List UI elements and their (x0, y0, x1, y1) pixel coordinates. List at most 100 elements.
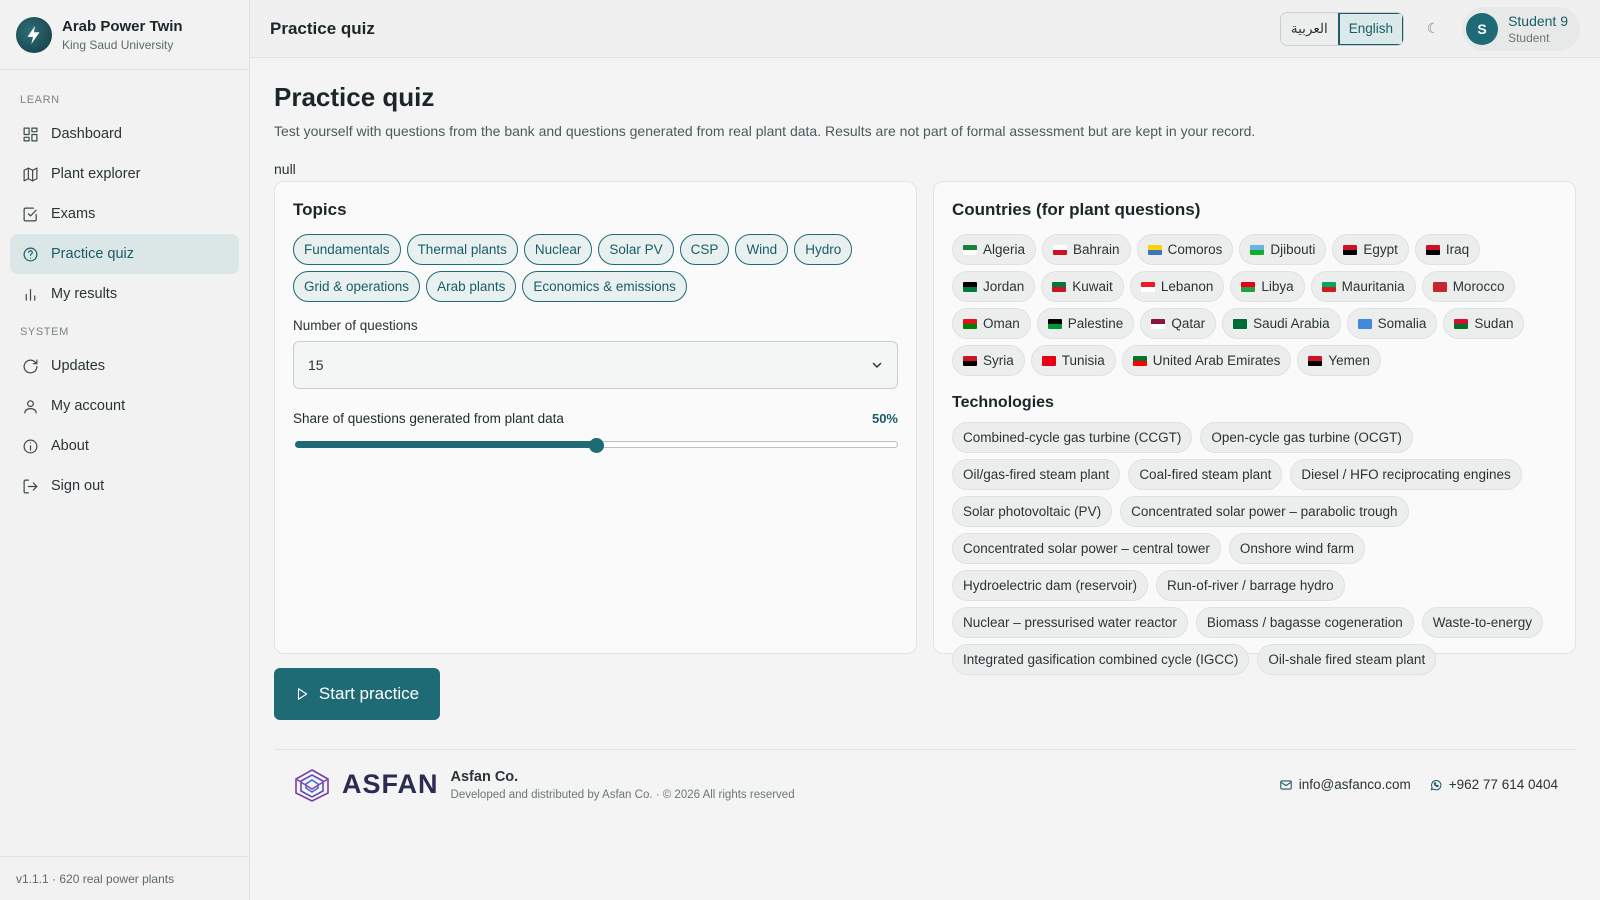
country-chip-comoros[interactable]: Comoros (1136, 234, 1234, 265)
tech-chip-concentrated-solar-power-parabolic-trough[interactable]: Concentrated solar power – parabolic tro… (1120, 496, 1409, 527)
country-chip-djibouti[interactable]: Djibouti (1239, 234, 1327, 265)
country-chip-egypt[interactable]: Egypt (1332, 234, 1409, 265)
country-name: Sudan (1474, 316, 1514, 331)
country-chip-somalia[interactable]: Somalia (1346, 308, 1438, 339)
tech-chip-diesel-hfo-reciprocating-engines[interactable]: Diesel / HFO reciprocating engines (1290, 459, 1522, 490)
phone-link[interactable]: +962 77 614 0404 (1429, 777, 1558, 792)
flag-icon (1425, 244, 1440, 255)
flag-icon (1140, 281, 1155, 292)
user-icon (24, 399, 37, 413)
country-chip-yemen[interactable]: Yemen (1297, 345, 1381, 376)
sidebar-item-sign-out[interactable]: Sign out (10, 466, 239, 506)
tech-chip-oil-gas-fired-steam-plant[interactable]: Oil/gas-fired steam plant (952, 459, 1121, 490)
country-chip-bahrain[interactable]: Bahrain (1042, 234, 1131, 265)
brand[interactable]: Arab Power Twin King Saud University (0, 0, 249, 70)
country-chip-mauritania[interactable]: Mauritania (1310, 271, 1416, 302)
country-name: Palestine (1067, 316, 1124, 331)
sidebar-item-my-account[interactable]: My account (10, 386, 239, 426)
page-footer: ASFAN Asfan Co. Developed and distribute… (274, 749, 1576, 819)
tech-chip-integrated-gasification-combined-cycle-igcc[interactable]: Integrated gasification combined cycle (… (952, 644, 1250, 675)
tech-chip-solar-photovoltaic-pv[interactable]: Solar photovoltaic (PV) (952, 496, 1113, 527)
tech-chip-run-of-river-barrage-hydro[interactable]: Run-of-river / barrage hydro (1156, 570, 1345, 601)
topic-chip-solar-pv[interactable]: Solar PV (598, 234, 674, 265)
grid-icon (23, 127, 38, 141)
country-chip-tunisia[interactable]: Tunisia (1030, 345, 1116, 376)
sidebar-item-plant-explorer[interactable]: Plant explorer (10, 154, 239, 194)
country-chip-saudi-arabia[interactable]: Saudi Arabia (1222, 308, 1341, 339)
tech-chip-combined-cycle-gas-turbine-ccgt[interactable]: Combined-cycle gas turbine (CCGT) (952, 422, 1193, 453)
user-menu[interactable]: S Student 9 Student (1462, 6, 1580, 51)
sidebar-item-my-results[interactable]: My results (10, 274, 239, 314)
country-chip-lebanon[interactable]: Lebanon (1129, 271, 1225, 302)
sidebar-item-updates[interactable]: Updates (10, 346, 239, 386)
country-chip-united-arab-emirates[interactable]: United Arab Emirates (1121, 345, 1292, 376)
tech-chip-open-cycle-gas-turbine-ocgt[interactable]: Open-cycle gas turbine (OCGT) (1200, 422, 1413, 453)
country-name: United Arab Emirates (1152, 353, 1281, 368)
flag-icon (1052, 281, 1067, 292)
topic-chip-hydro[interactable]: Hydro (794, 234, 853, 265)
tech-chip-concentrated-solar-power-central-tower[interactable]: Concentrated solar power – central tower (952, 533, 1221, 564)
sidebar-item-dashboard[interactable]: Dashboard (10, 114, 239, 154)
email-text: info@asfanco.com (1298, 777, 1411, 792)
slider-thumb[interactable] (588, 438, 604, 453)
country-chip-syria[interactable]: Syria (952, 345, 1025, 376)
slider-fill (295, 441, 596, 448)
topic-chip-wind[interactable]: Wind (735, 234, 789, 265)
lang-arabic-button[interactable]: العربية (1280, 12, 1338, 45)
play-icon (297, 688, 308, 700)
tech-chip-nuclear-pressurised-water-reactor[interactable]: Nuclear – pressurised water reactor (952, 607, 1188, 638)
topic-chip-nuclear[interactable]: Nuclear (523, 234, 593, 265)
tech-chip-oil-shale-fired-steam-plant[interactable]: Oil-shale fired steam plant (1257, 644, 1437, 675)
topic-chip-fundamentals[interactable]: Fundamentals (293, 234, 401, 265)
tech-chip-coal-fired-steam-plant[interactable]: Coal-fired steam plant (1128, 459, 1283, 490)
page-description: Test yourself with questions from the ba… (274, 123, 1256, 139)
country-name: Djibouti (1270, 242, 1316, 257)
country-chip-libya[interactable]: Libya (1230, 271, 1305, 302)
topic-chip-arab-plants[interactable]: Arab plants (426, 271, 517, 302)
country-name: Libya (1261, 279, 1294, 294)
plant-share-slider[interactable] (293, 438, 898, 453)
sidebar-item-label: My account (51, 398, 126, 414)
country-chip-algeria[interactable]: Algeria (952, 234, 1037, 265)
brand-subtitle: King Saud University (62, 37, 174, 52)
country-chip-iraq[interactable]: Iraq (1414, 234, 1481, 265)
status-text: null (274, 161, 296, 177)
country-chip-oman[interactable]: Oman (952, 308, 1031, 339)
refresh-icon (23, 359, 38, 373)
asfan-logo-icon (295, 768, 329, 802)
flag-icon (963, 355, 977, 366)
tech-chip-hydroelectric-dam-reservoir[interactable]: Hydroelectric dam (reservoir) (952, 570, 1149, 601)
checkbox-icon (23, 207, 37, 221)
num-questions-select[interactable]: 15 (293, 341, 898, 389)
tech-chip-biomass-bagasse-cogeneration[interactable]: Biomass / bagasse cogeneration (1195, 607, 1414, 638)
tech-chip-waste-to-energy[interactable]: Waste-to-energy (1421, 607, 1544, 638)
topic-chip-thermal-plants[interactable]: Thermal plants (406, 234, 518, 265)
topic-chip-grid-operations[interactable]: Grid & operations (293, 271, 421, 302)
country-chips: Algeria Bahrain Comoros Djibouti Egypt Iraq Jo… (952, 234, 1557, 376)
lang-english-button[interactable]: English (1337, 12, 1404, 45)
country-chip-palestine[interactable]: Palestine (1036, 308, 1135, 339)
sidebar-item-exams[interactable]: Exams (10, 194, 239, 234)
email-link[interactable]: info@asfanco.com (1279, 777, 1411, 792)
country-chip-qatar[interactable]: Qatar (1140, 308, 1217, 339)
map-icon (23, 167, 38, 181)
bar-chart-icon (25, 288, 36, 301)
flag-icon (1357, 318, 1372, 329)
country-name: Yemen (1328, 353, 1370, 368)
country-chip-sudan[interactable]: Sudan (1443, 308, 1525, 339)
moon-icon[interactable]: ☾ (1418, 14, 1448, 44)
sidebar: Arab Power Twin King Saud University LEA… (0, 0, 250, 900)
tech-chip-onshore-wind-farm[interactable]: Onshore wind farm (1228, 533, 1365, 564)
sidebar-item-about[interactable]: About (10, 426, 239, 466)
start-practice-button[interactable]: Start practice (274, 668, 440, 720)
flag-icon (1432, 281, 1447, 292)
country-chip-jordan[interactable]: Jordan (952, 271, 1036, 302)
topic-chip-economics-emissions[interactable]: Economics & emissions (522, 271, 687, 302)
countries-title: Countries (for plant questions) (952, 200, 1201, 219)
flag-icon (963, 244, 977, 255)
country-chip-morocco[interactable]: Morocco (1421, 271, 1516, 302)
sidebar-item-practice-quiz[interactable]: Practice quiz (10, 234, 239, 274)
topic-chip-csp[interactable]: CSP (679, 234, 730, 265)
country-chip-kuwait[interactable]: Kuwait (1041, 271, 1124, 302)
logout-icon (23, 479, 38, 493)
